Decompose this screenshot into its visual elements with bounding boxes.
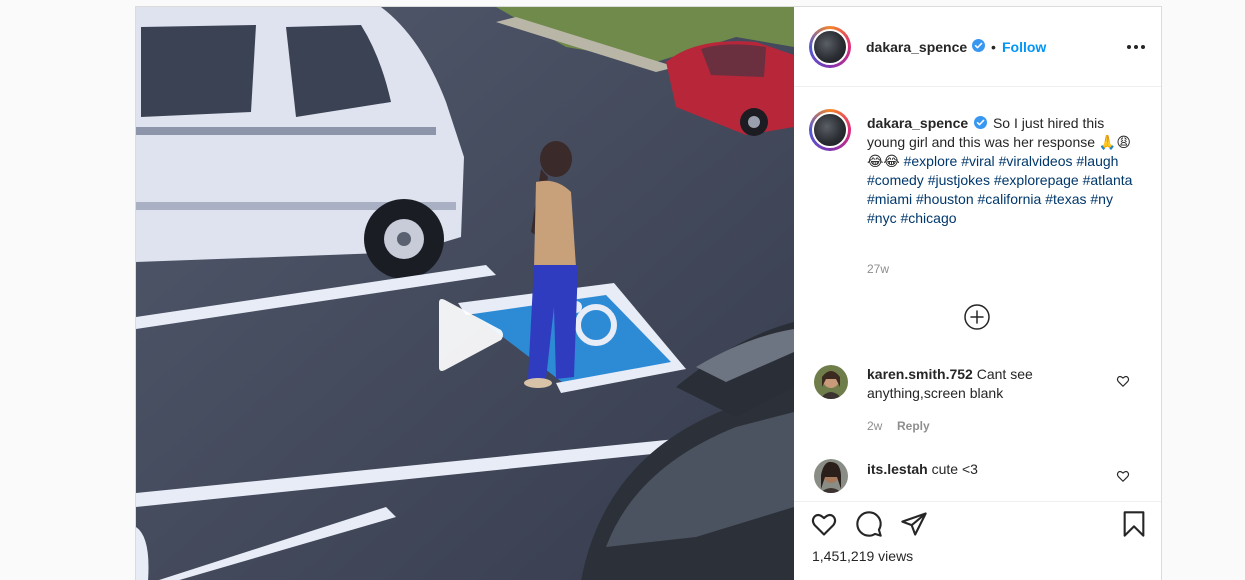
heart-icon[interactable] bbox=[1116, 374, 1130, 388]
hashtag-link[interactable]: #texas bbox=[1045, 191, 1086, 207]
comment-text: cute <3 bbox=[931, 461, 978, 477]
caption-username[interactable]: dakara_spence bbox=[867, 115, 968, 131]
heart-icon[interactable] bbox=[810, 510, 838, 538]
post-caption: dakara_spence So I just hired this young… bbox=[867, 114, 1137, 228]
play-icon[interactable] bbox=[433, 297, 505, 373]
author-avatar[interactable] bbox=[809, 26, 851, 68]
bookmark-icon[interactable] bbox=[1120, 510, 1148, 538]
hashtag-link[interactable]: #viralvideos bbox=[999, 153, 1073, 169]
comment-icon[interactable] bbox=[855, 510, 883, 538]
share-icon[interactable] bbox=[900, 510, 928, 538]
hashtag-link[interactable]: #viral bbox=[961, 153, 994, 169]
hashtag-link[interactable]: #nyc bbox=[867, 210, 897, 226]
hashtag-link[interactable]: #comedy bbox=[867, 172, 924, 188]
caption-timestamp[interactable]: 27w bbox=[867, 262, 889, 276]
hashtag-link[interactable]: #laugh bbox=[1076, 153, 1118, 169]
hashtag-link[interactable]: #houston bbox=[916, 191, 974, 207]
heart-icon[interactable] bbox=[1116, 469, 1130, 483]
post-header: dakara_spence • Follow bbox=[794, 7, 1161, 87]
hashtag-link[interactable]: #explore bbox=[904, 153, 958, 169]
hashtag-link[interactable]: #chicago bbox=[900, 210, 956, 226]
comment-body: its.lestah cute <3 bbox=[867, 460, 1107, 479]
post-sidebar: dakara_spence • Follow dakara_spence So … bbox=[794, 7, 1161, 580]
instagram-post: dakara_spence • Follow dakara_spence So … bbox=[135, 6, 1162, 580]
more-options-icon[interactable] bbox=[1124, 37, 1148, 57]
follow-button[interactable]: Follow bbox=[1002, 39, 1046, 55]
caption-hashtags: #explore #viral #viralvideos #laugh #com… bbox=[867, 153, 1132, 226]
hashtag-link[interactable]: #atlanta bbox=[1083, 172, 1133, 188]
comment-avatar[interactable] bbox=[814, 365, 848, 399]
verified-badge-icon bbox=[974, 116, 988, 129]
caption-avatar[interactable] bbox=[809, 109, 851, 151]
comment-username[interactable]: karen.smith.752 bbox=[867, 366, 973, 382]
hashtag-link[interactable]: #california bbox=[978, 191, 1042, 207]
add-circle-icon[interactable] bbox=[963, 303, 991, 331]
view-count[interactable]: 1,451,219 views bbox=[812, 548, 913, 564]
comment-username[interactable]: its.lestah bbox=[867, 461, 928, 477]
comment-avatar[interactable] bbox=[814, 459, 848, 493]
action-bar: 1,451,219 views bbox=[794, 501, 1161, 580]
hashtag-link[interactable]: #ny bbox=[1090, 191, 1113, 207]
separator-dot: • bbox=[991, 39, 996, 55]
comment-timestamp[interactable]: 2w bbox=[867, 419, 882, 433]
author-username[interactable]: dakara_spence bbox=[866, 39, 967, 55]
verified-badge-icon bbox=[972, 39, 985, 52]
hashtag-link[interactable]: #explorepage bbox=[994, 172, 1079, 188]
white-van bbox=[136, 7, 464, 279]
hashtag-link[interactable]: #justjokes bbox=[928, 172, 990, 188]
hashtag-link[interactable]: #miami bbox=[867, 191, 912, 207]
video-frame bbox=[136, 7, 794, 580]
video-player[interactable] bbox=[136, 7, 794, 580]
comment-body: karen.smith.752 Cant see anything,screen… bbox=[867, 365, 1107, 403]
reply-button[interactable]: Reply bbox=[897, 419, 930, 433]
